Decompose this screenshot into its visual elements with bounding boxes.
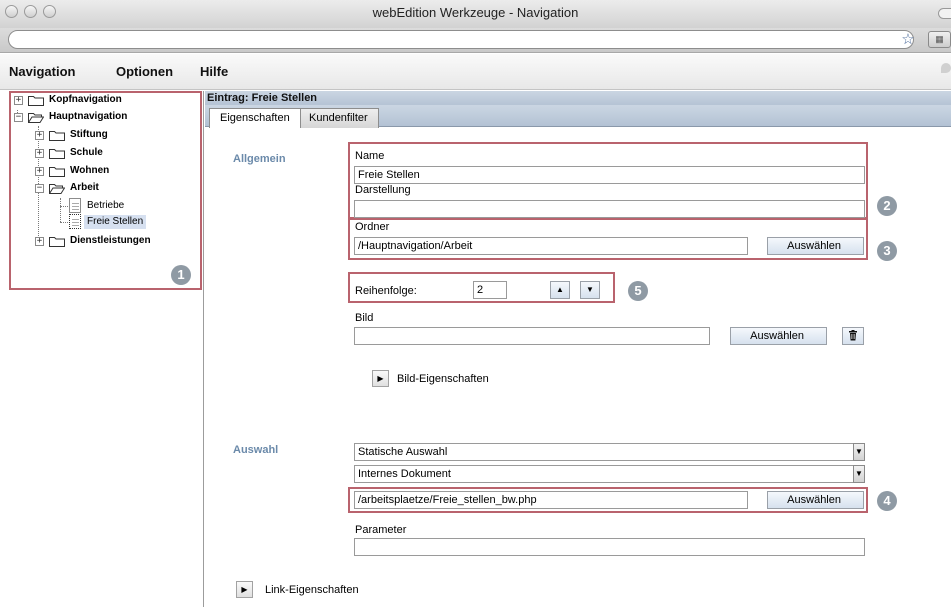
reihenfolge-label: Reihenfolge: (355, 285, 417, 297)
tree-item-label: Wohnen (70, 165, 110, 176)
section-allgemein-label: Allgemein (233, 153, 286, 165)
parameter-label: Parameter (355, 524, 407, 536)
title-bar: webEdition Werkzeuge - Navigation (0, 0, 951, 28)
entry-header: Eintrag: Freie Stellen (205, 91, 951, 105)
reihenfolge-input[interactable]: 2 (473, 281, 507, 299)
section-auswahl-label: Auswahl (233, 444, 279, 456)
annotation-marker-3: 3 (877, 241, 897, 261)
browser-toolbar: ☆ ▦ (0, 28, 951, 53)
keypad-icon[interactable]: ▦ (928, 31, 951, 48)
trash-icon[interactable] (842, 327, 864, 345)
move-up-button[interactable]: ▲ (550, 281, 570, 299)
annotation-marker-5: 5 (628, 281, 648, 301)
open-folder-icon (49, 184, 65, 194)
tree-connector (60, 206, 68, 207)
bild-eigenschaften-toggle[interactable]: Bild-Eigenschaften (397, 373, 489, 385)
expand-icon[interactable]: + (35, 237, 44, 246)
window-title: webEdition Werkzeuge - Navigation (372, 5, 579, 20)
darstellung-input[interactable] (354, 200, 865, 218)
annotation-marker-4: 4 (877, 491, 897, 511)
dropdown-arrow-icon[interactable]: ▼ (853, 465, 865, 483)
tabs-bar: Eigenschaften Kundenfilter (205, 105, 951, 128)
tab-eigenschaften[interactable]: Eigenschaften (209, 108, 301, 128)
expand-icon[interactable]: + (35, 167, 44, 176)
bild-select-button[interactable]: Auswählen (730, 327, 827, 345)
document-path-input[interactable]: /arbeitsplaetze/Freie_stellen_bw.php (354, 491, 748, 509)
name-label: Name (355, 150, 385, 162)
expand-arrow-icon[interactable]: ▶ (236, 581, 253, 598)
menu-optionen[interactable]: Optionen (116, 64, 173, 79)
tree-connector (60, 198, 61, 222)
annotation-marker-1: 1 (171, 265, 191, 285)
tree-item-label: Arbeit (70, 182, 99, 193)
expand-icon[interactable]: + (35, 149, 44, 158)
tree-connector (60, 222, 68, 223)
menu-hilfe[interactable]: Hilfe (200, 64, 228, 79)
collapse-icon[interactable]: − (35, 184, 44, 193)
annotation-marker-2: 2 (877, 196, 897, 216)
document-type-value: Internes Dokument (358, 468, 451, 480)
expand-icon[interactable]: + (14, 96, 23, 105)
auswahl-type-select[interactable]: Statische Auswahl ▼ (354, 443, 865, 461)
menu-bar: Navigation Optionen Hilfe (0, 54, 951, 90)
speech-bubble-icon (941, 63, 951, 73)
tree-item-label: Betriebe (87, 200, 125, 211)
expand-arrow-icon[interactable]: ▶ (372, 370, 389, 387)
tree-item-label: Dienstleistungen (70, 235, 151, 246)
folder-icon (49, 237, 65, 247)
toolbar-toggle-button[interactable] (938, 8, 951, 19)
tree-item-label: Hauptnavigation (49, 111, 128, 122)
folder-icon (49, 149, 65, 159)
tree-item-label: Stiftung (70, 129, 108, 140)
path-select-button[interactable]: Auswählen (767, 491, 864, 509)
tree-item-label: Freie Stellen (84, 215, 147, 229)
document-icon (69, 214, 81, 229)
navigation-tree: + Kopfnavigation − Hauptnavigation + Sti… (0, 91, 204, 607)
name-input[interactable]: Freie Stellen (354, 166, 865, 184)
ordner-label: Ordner (355, 221, 390, 233)
parameter-input[interactable] (354, 538, 865, 556)
document-icon (69, 198, 81, 213)
tree-item-label: Kopfnavigation (49, 94, 122, 105)
link-eigenschaften-toggle[interactable]: Link-Eigenschaften (265, 584, 359, 596)
move-down-button[interactable]: ▼ (580, 281, 600, 299)
document-type-select[interactable]: Internes Dokument ▼ (354, 465, 865, 483)
tab-kundenfilter[interactable]: Kundenfilter (298, 108, 379, 128)
menu-navigation[interactable]: Navigation (9, 64, 75, 79)
folder-icon (49, 167, 65, 177)
address-bar[interactable]: ☆ (8, 30, 915, 49)
ordner-select-button[interactable]: Auswählen (767, 237, 864, 255)
collapse-icon[interactable]: − (14, 113, 23, 122)
tree-connector (38, 126, 39, 236)
expand-icon[interactable]: + (35, 131, 44, 140)
darstellung-label: Darstellung (355, 184, 411, 196)
open-folder-icon (28, 113, 44, 123)
folder-icon (49, 131, 65, 141)
tree-item-label: Schule (70, 147, 103, 158)
bild-input[interactable] (354, 327, 710, 345)
bild-label: Bild (355, 312, 374, 324)
ordner-input[interactable]: /Hauptnavigation/Arbeit (354, 237, 748, 255)
dropdown-arrow-icon[interactable]: ▼ (853, 443, 865, 461)
bookmark-star-icon[interactable]: ☆ (898, 31, 918, 50)
auswahl-type-value: Statische Auswahl (358, 446, 448, 458)
folder-icon (28, 96, 44, 106)
